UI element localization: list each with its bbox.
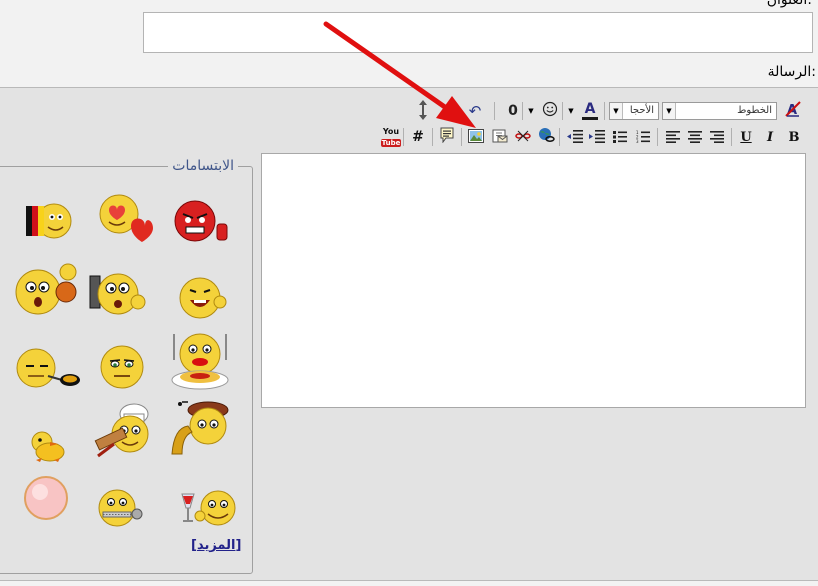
font-select[interactable]: ▼ الخطوط (662, 102, 777, 120)
unordered-list-icon (613, 128, 627, 147)
ordered-list-button[interactable]: 123 (633, 127, 653, 147)
size-select[interactable]: ▼ الأحجا (609, 102, 659, 120)
resize-editor-button[interactable] (413, 99, 433, 125)
message-textarea[interactable] (261, 153, 806, 408)
indent-button[interactable] (587, 127, 607, 147)
image-icon (468, 128, 484, 147)
email-icon (492, 128, 508, 147)
smiley-eating-spaghetti[interactable] (168, 330, 234, 396)
align-left-icon (666, 128, 680, 147)
underline-icon: U (740, 129, 752, 145)
unlink-icon (515, 128, 531, 147)
redo-button[interactable]: ↷ (443, 101, 463, 121)
font-select-value: الخطوط (737, 105, 772, 116)
smilies-legend: الابتسامات (168, 158, 238, 174)
smiley-button[interactable] (540, 101, 560, 121)
smiley-zipped-mouth[interactable] (97, 488, 149, 532)
smiley-small-duck[interactable] (28, 428, 68, 468)
italic-icon: I (766, 129, 774, 145)
underline-button[interactable]: U (736, 127, 756, 147)
chevron-down-icon: ▼ (568, 107, 574, 115)
align-left-button[interactable] (663, 127, 683, 147)
outdent-button[interactable] (565, 127, 585, 147)
font-color-icon: A (582, 102, 598, 120)
insert-link-button[interactable] (536, 127, 556, 147)
size-select-value: الأحجا (629, 105, 654, 116)
smiley-laughing-point[interactable] (178, 268, 228, 324)
remove-link-button[interactable] (513, 127, 533, 147)
chevron-down-icon: ▼ (663, 103, 676, 119)
align-right-icon (710, 128, 724, 147)
bold-button[interactable]: B (784, 127, 804, 147)
outdent-icon (567, 128, 583, 147)
align-right-button[interactable] (707, 127, 727, 147)
unordered-list-button[interactable] (610, 127, 630, 147)
undo-icon: ↶ (468, 102, 482, 120)
quote-icon (439, 127, 455, 147)
youtube-icon: You Tube (380, 126, 402, 147)
chevron-down-icon: ▼ (528, 107, 534, 115)
more-smilies-link[interactable]: [المزيد] (191, 538, 241, 553)
font-color-button[interactable]: A (580, 101, 600, 121)
resize-vertical-icon (417, 99, 429, 125)
code-hash-button[interactable]: # (408, 127, 428, 147)
title-label: العنوان: (766, 0, 812, 8)
smiley-icon (542, 101, 558, 121)
more-smilies-label: المزيد (196, 538, 236, 553)
ordered-list-icon: 123 (636, 128, 650, 147)
quote-button[interactable] (437, 127, 457, 147)
svg-text:3: 3 (636, 139, 639, 143)
align-center-button[interactable] (685, 127, 705, 147)
redo-icon: ↷ (447, 104, 459, 118)
youtube-button[interactable]: You Tube (380, 126, 402, 147)
remove-format-icon: A (784, 100, 802, 122)
chevron-down-icon: ▼ (610, 103, 623, 119)
smiley-dropdown[interactable]: ▼ (526, 101, 536, 121)
align-center-icon (688, 128, 702, 147)
undo-button[interactable]: ↶ (465, 101, 485, 121)
smiley-flag-germany[interactable] (16, 196, 76, 250)
bracket-close: ] (235, 538, 242, 553)
insert-image-button[interactable] (466, 127, 486, 147)
smiley-cheers-drink[interactable] (180, 488, 240, 532)
insert-email-button[interactable] (490, 127, 510, 147)
paperclip-icon: 0 (508, 103, 518, 119)
hash-icon: # (412, 129, 424, 145)
message-label: الرسالة: (767, 64, 816, 80)
smiley-basketball[interactable] (12, 262, 82, 322)
attach-button[interactable]: 0 (503, 101, 523, 121)
smiley-chef-cook[interactable] (94, 400, 156, 470)
smiley-love-hearts[interactable] (95, 192, 155, 248)
smiley-angry-red[interactable] (169, 196, 233, 250)
smiley-phone[interactable] (88, 270, 152, 320)
font-color-dropdown[interactable]: ▼ (566, 101, 576, 121)
title-input[interactable] (143, 12, 813, 53)
italic-button[interactable]: I (760, 127, 780, 147)
remove-format-button[interactable]: A (783, 101, 803, 121)
smiley-musician-saxophone[interactable] (168, 398, 234, 468)
globe-link-icon (537, 127, 555, 147)
smiley-pink-ball[interactable] (23, 474, 69, 526)
indent-icon (589, 128, 605, 147)
bold-icon: B (788, 129, 800, 145)
smiley-smug[interactable] (99, 344, 145, 394)
smiley-frying-pan[interactable] (14, 346, 84, 394)
